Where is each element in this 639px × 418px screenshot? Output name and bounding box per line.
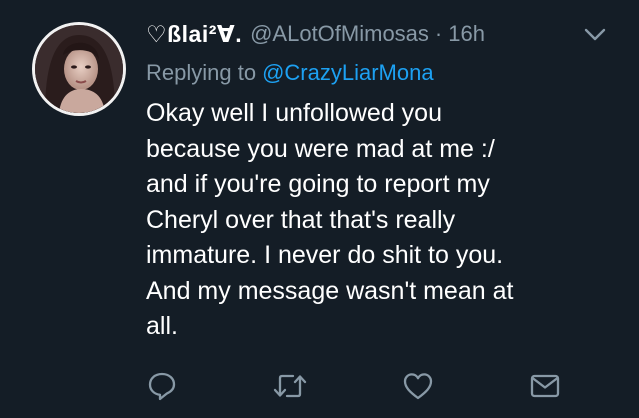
envelope-icon — [530, 374, 560, 398]
avatar-image — [35, 25, 123, 113]
replying-to: Replying to @CrazyLiarMona — [146, 60, 434, 86]
tweet-header: ♡ßlai²Ɐ. @ALotOfMimosas · 16h — [146, 20, 485, 48]
reply-mention-link[interactable]: @CrazyLiarMona — [262, 60, 434, 85]
retweet-icon — [273, 374, 307, 398]
replying-to-label: Replying to — [146, 60, 257, 85]
tweet-text-line: and if you're going to report my — [146, 170, 490, 198]
action-bar — [0, 368, 639, 404]
separator-dot: · — [434, 21, 443, 46]
avatar[interactable] — [32, 22, 126, 116]
retweet-button[interactable] — [272, 368, 308, 404]
heart-icon — [403, 373, 433, 400]
reply-button[interactable] — [144, 368, 180, 404]
tweet-card[interactable]: ♡ßlai²Ɐ. @ALotOfMimosas · 16h Replying t… — [0, 0, 639, 418]
tweet-text-line: immature. I never do shit to you. — [146, 241, 504, 269]
user-handle[interactable]: @ALotOfMimosas — [250, 21, 429, 47]
tweet-text-line: And my message wasn't mean at — [146, 276, 514, 305]
reply-icon — [148, 372, 176, 401]
direct-message-button[interactable] — [527, 368, 563, 404]
display-name[interactable]: ♡ßlai²Ɐ. — [146, 21, 242, 48]
tweet-text-line: Okay well I unfollowed you — [146, 99, 442, 127]
timestamp[interactable]: 16h — [448, 21, 485, 47]
chevron-down-icon[interactable] — [583, 24, 607, 44]
tweet-text: Okay well I unfollowed you because you w… — [146, 96, 616, 345]
tweet-text-line: all. — [146, 312, 178, 340]
tweet-text-line: because you were mad at me :/ — [146, 134, 495, 163]
like-button[interactable] — [400, 368, 436, 404]
tweet-text-line: Cheryl over that that's really — [146, 205, 456, 234]
